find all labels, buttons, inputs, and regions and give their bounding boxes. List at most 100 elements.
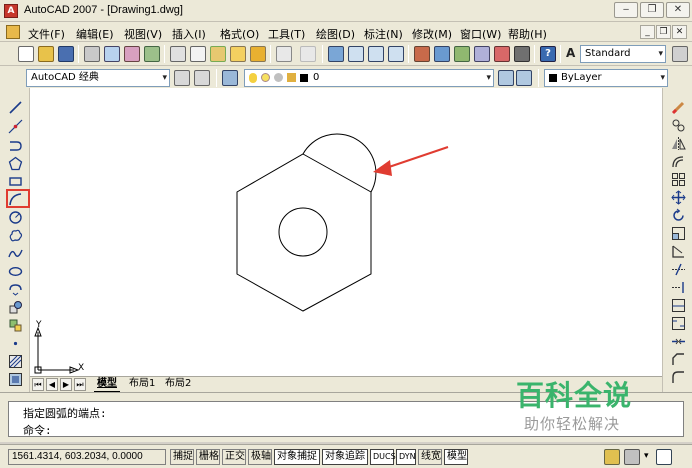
- new-file-icon[interactable]: [18, 46, 34, 62]
- copy-icon[interactable]: [671, 118, 686, 133]
- copy-clip-icon[interactable]: [190, 46, 206, 62]
- redo-icon[interactable]: [300, 46, 316, 62]
- object-snap-toggle[interactable]: 对象捕捉: [274, 449, 320, 465]
- last-tab-arrow-icon[interactable]: ⏭: [74, 378, 86, 391]
- color-select[interactable]: ByLayer ▾: [544, 69, 668, 87]
- scale-icon[interactable]: [671, 226, 686, 241]
- communication-center-icon[interactable]: [604, 449, 620, 465]
- layer-select[interactable]: 0 ▾: [244, 69, 494, 87]
- rotate-icon[interactable]: [671, 208, 686, 223]
- break-at-point-icon[interactable]: [671, 298, 686, 313]
- zoom-window-icon[interactable]: [368, 46, 384, 62]
- polygon-icon[interactable]: [8, 156, 23, 171]
- circle-icon[interactable]: [8, 210, 23, 225]
- layer-manager-icon[interactable]: [222, 70, 238, 86]
- polyline-icon[interactable]: [8, 138, 23, 153]
- tab-layout1[interactable]: 布局1: [126, 377, 158, 392]
- array-icon[interactable]: [671, 172, 686, 187]
- extend-icon[interactable]: [671, 280, 686, 295]
- arc-shape[interactable]: [302, 133, 377, 193]
- cut-icon[interactable]: [170, 46, 186, 62]
- menu-window[interactable]: 窗口(W): [460, 26, 501, 42]
- menu-dimension[interactable]: 标注(N): [364, 26, 403, 42]
- grid-toggle[interactable]: 栅格: [196, 449, 220, 465]
- markup-set-manager-icon[interactable]: [494, 46, 510, 62]
- maximize-button[interactable]: ❐: [640, 2, 664, 18]
- document-restore-button[interactable]: ❐: [656, 25, 671, 39]
- ortho-toggle[interactable]: 正交: [222, 449, 246, 465]
- join-icon[interactable]: [671, 334, 686, 349]
- menu-help[interactable]: 帮助(H): [508, 26, 547, 42]
- status-menu-chevron-icon[interactable]: ▾: [644, 451, 649, 461]
- design-center-icon[interactable]: [434, 46, 450, 62]
- menu-draw[interactable]: 绘图(D): [316, 26, 355, 42]
- lock-toolbar-icon[interactable]: [624, 449, 640, 465]
- menu-format[interactable]: 格式(O): [220, 26, 259, 42]
- undo-icon[interactable]: [276, 46, 292, 62]
- match-properties-icon[interactable]: [230, 46, 246, 62]
- autocad-app-icon[interactable]: A: [4, 4, 18, 18]
- zoom-realtime-icon[interactable]: [348, 46, 364, 62]
- point-icon[interactable]: [8, 336, 23, 351]
- drawing-canvas[interactable]: Y X: [30, 88, 662, 376]
- snap-toggle[interactable]: 捕捉: [170, 449, 194, 465]
- hatch-icon[interactable]: [8, 354, 23, 369]
- menu-view[interactable]: 视图(V): [124, 26, 162, 42]
- workspace-settings-icon[interactable]: [174, 70, 190, 86]
- make-object-layer-current-icon[interactable]: [498, 70, 514, 86]
- menu-file[interactable]: 文件(F): [28, 26, 65, 42]
- ellipse-icon[interactable]: [8, 264, 23, 279]
- ellipse-arc-icon[interactable]: [8, 282, 23, 297]
- chamfer-icon[interactable]: [671, 352, 686, 367]
- dimension-style-icon[interactable]: [672, 46, 688, 62]
- help-icon[interactable]: ?: [540, 46, 556, 62]
- model-space-toggle[interactable]: 模型: [444, 449, 468, 465]
- region-icon[interactable]: [8, 372, 23, 387]
- prev-tab-arrow-icon[interactable]: ◀: [46, 378, 58, 391]
- next-tab-arrow-icon[interactable]: ▶: [60, 378, 72, 391]
- menu-modify[interactable]: 修改(M): [412, 26, 452, 42]
- pan-icon[interactable]: [328, 46, 344, 62]
- tab-layout2[interactable]: 布局2: [162, 377, 194, 392]
- revision-cloud-icon[interactable]: [8, 228, 23, 243]
- spline-icon[interactable]: [8, 246, 23, 261]
- properties-icon[interactable]: [414, 46, 430, 62]
- insert-block-icon[interactable]: [8, 300, 23, 315]
- layer-previous-icon[interactable]: [516, 70, 532, 86]
- lineweight-toggle[interactable]: 线宽: [418, 449, 442, 465]
- menu-tools[interactable]: 工具(T): [268, 26, 305, 42]
- make-block-icon[interactable]: [8, 318, 23, 333]
- document-icon[interactable]: [6, 25, 20, 39]
- tool-palettes-icon[interactable]: [454, 46, 470, 62]
- ducs-toggle[interactable]: DUCS: [370, 449, 396, 465]
- plot-preview-icon[interactable]: [104, 46, 120, 62]
- line-icon[interactable]: [8, 100, 23, 115]
- workspace-save-icon[interactable]: [194, 70, 210, 86]
- move-icon[interactable]: [671, 190, 686, 205]
- document-minimize-button[interactable]: _: [640, 25, 655, 39]
- first-tab-arrow-icon[interactable]: ⏮: [32, 378, 44, 391]
- close-button[interactable]: ✕: [666, 2, 690, 18]
- block-editor-icon[interactable]: [250, 46, 266, 62]
- workspace-select[interactable]: AutoCAD 经典 ▾: [26, 69, 170, 87]
- quickcalc-icon[interactable]: [514, 46, 530, 62]
- tab-model[interactable]: 模型: [94, 377, 120, 392]
- sheet-set-manager-icon[interactable]: [474, 46, 490, 62]
- open-file-icon[interactable]: [38, 46, 54, 62]
- hexagon-shape[interactable]: [236, 153, 372, 312]
- stretch-icon[interactable]: [671, 244, 686, 259]
- minimize-button[interactable]: ‒: [614, 2, 638, 18]
- print-icon[interactable]: [84, 46, 100, 62]
- mirror-icon[interactable]: [671, 136, 686, 151]
- construction-line-icon[interactable]: [8, 119, 23, 134]
- text-style-select[interactable]: Standard ▾: [580, 45, 666, 63]
- save-icon[interactable]: [58, 46, 74, 62]
- polar-toggle[interactable]: 极轴: [248, 449, 272, 465]
- publish-icon[interactable]: [124, 46, 140, 62]
- inner-circle-shape[interactable]: [278, 207, 328, 257]
- break-icon[interactable]: [671, 316, 686, 331]
- paste-icon[interactable]: [210, 46, 226, 62]
- rectangle-icon[interactable]: [8, 174, 23, 189]
- command-prompt[interactable]: 命令:: [23, 422, 52, 438]
- clean-screen-icon[interactable]: [656, 449, 672, 465]
